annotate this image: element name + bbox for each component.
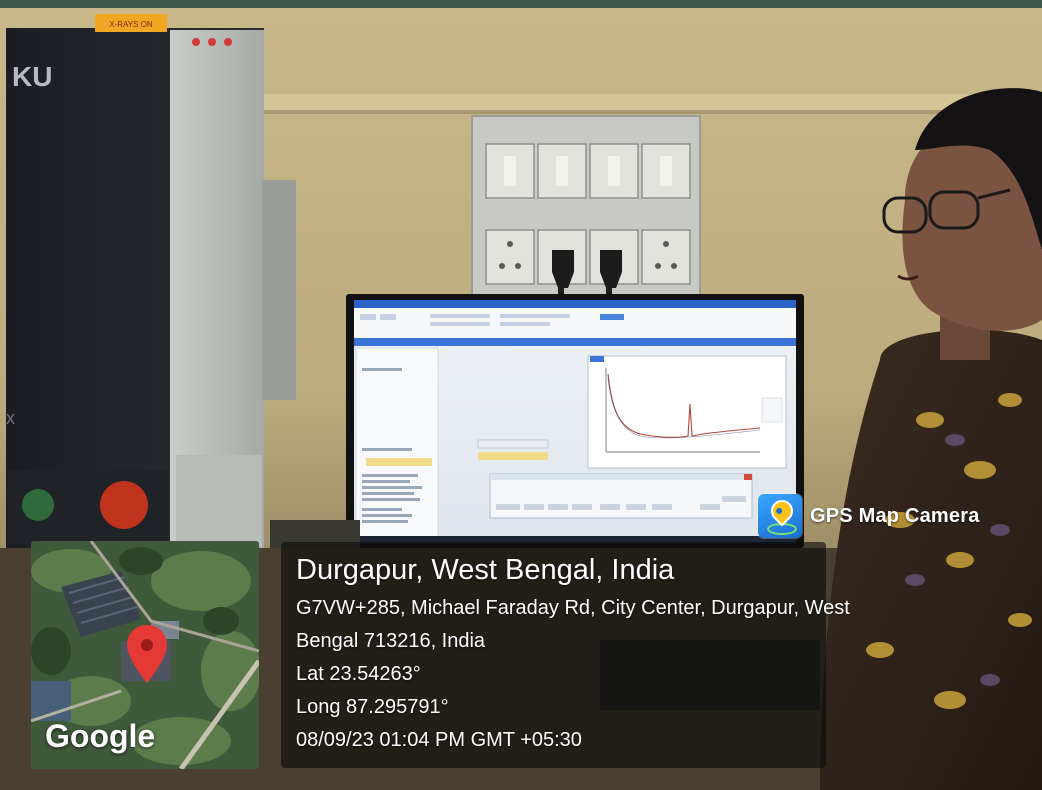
gps-app-name: GPS Map Camera <box>810 504 980 527</box>
svg-text:x: x <box>6 408 15 428</box>
address-line-2: Bengal 713216, India <box>296 630 486 652</box>
photo-frame: KU x X-RAYS ON GPS Map Camera Google Dur… <box>0 0 1042 790</box>
x-rays-on-label: X-RAYS ON <box>109 20 153 29</box>
map-pin-camera-icon <box>758 494 802 538</box>
map-thumbnail: Google <box>31 541 259 769</box>
datetime: 08/09/23 01:04 PM GMT +05:30 <box>296 729 582 751</box>
location-info-text: Durgapur, West Bengal, India G7VW+285, M… <box>296 548 850 757</box>
instrument-brand-text: KU <box>12 61 52 92</box>
place-name: Durgapur, West Bengal, India <box>296 554 675 586</box>
gps-map-camera-badge: GPS Map Camera <box>758 494 980 538</box>
address-line-1: G7VW+285, Michael Faraday Rd, City Cente… <box>296 597 850 619</box>
longitude: Long 87.295791° <box>296 696 449 718</box>
latitude: Lat 23.54263° <box>296 663 421 685</box>
google-logo: Google <box>45 718 156 754</box>
